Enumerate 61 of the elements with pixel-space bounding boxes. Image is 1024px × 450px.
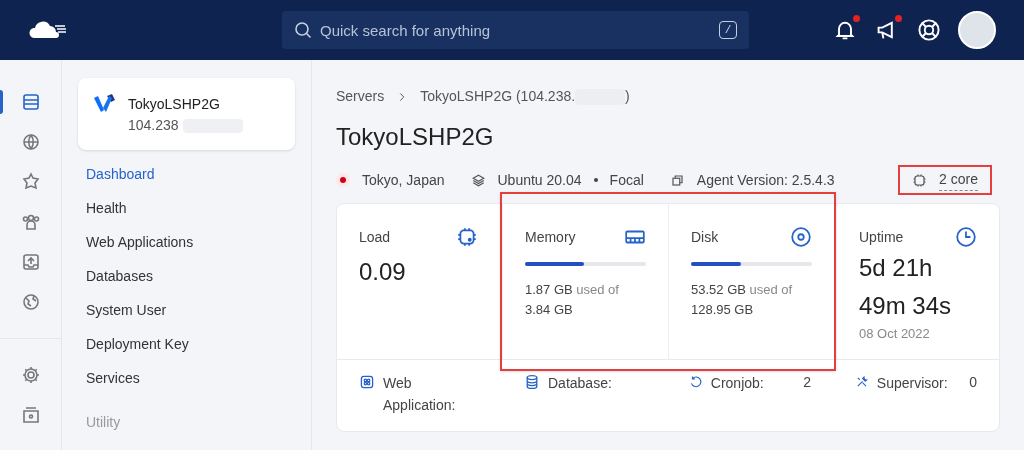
apps-icon <box>359 374 375 390</box>
section-heading: Utility <box>86 413 122 432</box>
stat-value: 0.09 <box>359 257 407 287</box>
page-title: TokyoLSHP2G <box>336 122 495 152</box>
search-icon <box>294 21 312 39</box>
globe-icon[interactable] <box>20 132 41 152</box>
count-label: Web Application: <box>383 374 457 415</box>
nav-link[interactable]: Dashboard <box>86 164 295 185</box>
help-icon[interactable] <box>917 18 941 42</box>
nav-link[interactable]: Deployment Key <box>86 334 295 355</box>
globe-icon[interactable] <box>20 292 41 312</box>
windows-icon <box>669 172 685 188</box>
avatar[interactable] <box>958 11 996 49</box>
flag-icon <box>336 173 350 187</box>
meta-text: Focal <box>609 170 644 190</box>
uptime-value: 49m 34s <box>859 291 953 321</box>
meta-text: Tokyo, Japan <box>362 170 445 190</box>
shortcut-key: / <box>719 21 737 39</box>
tools-icon <box>855 374 869 390</box>
nav-link[interactable]: System User <box>86 300 295 321</box>
chip-icon <box>456 226 478 248</box>
server-name: TokyoLSHP2G <box>128 95 221 114</box>
count-label: Cronjob: <box>710 374 765 393</box>
clock-icon <box>955 226 977 248</box>
server-card[interactable]: TokyoLSHP2G 104.238 <box>78 78 295 150</box>
count-label: Supervisor: <box>876 374 949 393</box>
breadcrumb-current: TokyoLSHP2G (104.238. <box>420 87 576 106</box>
uptime-date: 08 Oct 2022 <box>859 325 931 343</box>
layers-icon <box>470 172 486 188</box>
refresh-icon <box>689 374 703 390</box>
count-value: 2 <box>803 373 811 392</box>
usage-text: 1.87 GB used of 3.84 GB <box>525 281 620 319</box>
breadcrumb-link[interactable]: Servers <box>336 86 385 107</box>
server-ip: 104.238 <box>128 116 179 135</box>
stat-label: Memory <box>525 227 576 247</box>
v-logo-icon <box>94 94 116 114</box>
database-icon <box>524 374 540 390</box>
cloud-logo-icon[interactable] <box>28 20 68 40</box>
uptime-value: 5d 21h <box>859 253 934 283</box>
nav-link[interactable]: Health <box>86 198 295 219</box>
meta-text: Agent Version: 2.5.4.3 <box>696 170 835 190</box>
stat-label: Disk <box>691 227 719 247</box>
disc-icon <box>790 226 812 248</box>
archive-icon[interactable] <box>20 405 41 425</box>
meta-text: Ubuntu 20.04 <box>497 170 582 190</box>
upload-icon[interactable] <box>20 252 41 272</box>
active-indicator <box>0 90 3 114</box>
team-icon[interactable] <box>20 212 41 232</box>
stat-label: Load <box>359 227 391 247</box>
count-label: Database: <box>548 374 613 393</box>
usage-text: 53.52 GB used of 128.95 GB <box>691 281 794 319</box>
breadcrumb-current: ) <box>625 87 630 106</box>
count-value: 0 <box>969 373 977 392</box>
stat-label: Uptime <box>859 227 904 247</box>
settings-icon[interactable] <box>20 365 41 385</box>
nav-link[interactable]: Databases <box>86 266 295 287</box>
server-icon[interactable] <box>20 92 41 112</box>
meta-text: 2 core <box>939 169 978 191</box>
chip-icon <box>912 172 928 188</box>
nav-link[interactable]: Services <box>86 368 295 389</box>
nav-link[interactable]: Web Applications <box>86 232 295 253</box>
